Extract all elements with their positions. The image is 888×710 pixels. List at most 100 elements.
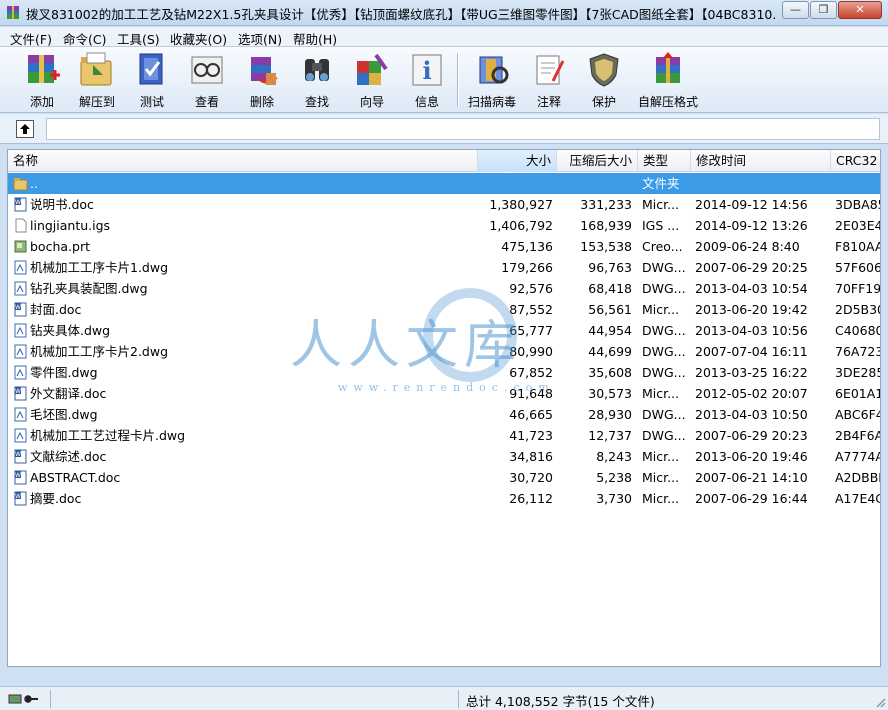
add-archive-icon (28, 55, 60, 83)
file-size-cell: 65,777 (509, 323, 553, 338)
file-packed-cell: 5,238 (596, 470, 632, 485)
table-row[interactable]: W 文献综述.doc 34,816 8,243 Micr... 2013-06-20 19… (8, 446, 880, 467)
file-crc-cell: 3DBA85 (835, 197, 881, 212)
creo-part-icon (14, 240, 27, 253)
table-row[interactable]: W 封面.doc 87,552 56,561 Micr... 2013-06-20 19:… (8, 299, 881, 320)
file-size-cell: 34,816 (509, 449, 553, 464)
menu-bar: 文件(F) 命令(C) 工具(S) 收藏夹(O) 选项(N) 帮助(H) (0, 27, 888, 47)
extract-to-label: 解压到 (78, 95, 115, 109)
file-name: bocha.prt (30, 239, 90, 254)
table-row[interactable]: W 外文翻译.doc 91,648 30,573 Micr... 2012-05-02 2… (8, 383, 880, 404)
add-button[interactable]: 添加 (14, 51, 70, 109)
table-row[interactable]: 毛坯图.dwg 46,665 28,930 DWG... 2013-04-03 10:5… (8, 404, 880, 425)
test-button[interactable]: 测试 (124, 51, 180, 109)
minimize-button[interactable]: — (782, 1, 809, 19)
protect-button[interactable]: 保护 (576, 51, 632, 109)
file-type-cell: DWG... (642, 281, 686, 296)
dwg-file-icon (14, 281, 27, 296)
table-row[interactable]: 机械加工工序卡片2.dwg 80,990 44,699 DWG... 2007-07-0… (8, 341, 880, 362)
column-modified[interactable]: 修改时间 (691, 150, 831, 172)
file-type-cell: DWG... (642, 344, 686, 359)
file-name-cell: 零件图.dwg (11, 362, 475, 383)
file-name: lingjiantu.igs (30, 218, 111, 233)
file-packed-cell: 35,608 (588, 365, 632, 380)
menu-help[interactable]: 帮助(H) (293, 29, 337, 48)
file-modified-cell: 2007-06-29 20:25 (695, 260, 808, 275)
virus-scan-button[interactable]: 扫描病毒 (464, 51, 520, 109)
file-list[interactable]: 名称 大小 压缩后大小 类型 修改时间 CRC32 .. 文件夹 W 说明书.doc 1… (7, 149, 881, 667)
file-modified-cell: 2013-04-03 10:50 (695, 407, 808, 422)
table-row[interactable]: W ABSTRACT.doc 30,720 5,238 Micr... 2007-06-2… (8, 467, 880, 488)
file-type-cell: DWG... (642, 323, 686, 338)
extract-to-button[interactable]: 解压到 (69, 51, 125, 109)
file-packed-cell: 44,954 (588, 323, 632, 338)
file-size-cell: 91,648 (509, 386, 553, 401)
menu-favorites[interactable]: 收藏夹(O) (170, 29, 227, 48)
file-crc-cell: 70FF19 (835, 281, 881, 296)
column-type[interactable]: 类型 (638, 150, 691, 172)
close-icon: ✕ (855, 3, 865, 16)
file-modified-cell: 2013-04-03 10:56 (695, 323, 808, 338)
file-size-cell: 46,665 (509, 407, 553, 422)
table-row[interactable]: 机械加工工序卡片1.dwg 179,266 96,763 DWG... 2007-06-… (8, 257, 880, 278)
dwg-file-icon (14, 365, 27, 380)
info-label: 信息 (414, 95, 439, 109)
up-folder-button[interactable] (16, 120, 34, 138)
column-name[interactable]: 名称 (8, 150, 478, 172)
file-name: 钻孔夹具装配图.dwg (30, 281, 148, 296)
column-size[interactable]: 大小 (478, 150, 557, 172)
close-button[interactable]: ✕ (838, 1, 882, 19)
table-row[interactable]: 钻夹具体.dwg 65,777 44,954 DWG... 2013-04-03 10:… (8, 320, 881, 341)
file-type-cell: Micr... (642, 302, 680, 317)
delete-button[interactable]: 删除 (234, 51, 290, 109)
table-row[interactable]: bocha.prt 475,136 153,538 Creo... 2009-06-24… (8, 236, 880, 257)
menu-commands[interactable]: 命令(C) (63, 29, 106, 48)
title-bar[interactable]: 拨叉831002的加工工艺及钻M22X1.5孔夹具设计【优秀】【钻顶面螺纹底孔】… (0, 0, 888, 26)
menu-tools[interactable]: 工具(S) (117, 29, 160, 48)
file-modified-cell: 2007-06-29 20:23 (695, 428, 808, 443)
file-crc-cell: 2D5B30 (835, 302, 881, 317)
toolbar: 添加 解压到 测试 查看 删除 查找 向导 i 信息 扫描病毒 注释 保护 自解… (0, 47, 888, 113)
table-row[interactable]: W 说明书.doc 1,380,927 331,233 Micr... 2014-09-1… (8, 194, 881, 215)
table-row[interactable]: .. 文件夹 (8, 173, 880, 194)
file-name-cell: W 外文翻译.doc (11, 383, 475, 404)
test-label: 测试 (139, 95, 164, 109)
path-field[interactable] (46, 118, 880, 140)
table-row[interactable]: lingjiantu.igs 1,406,792 168,939 IGS ... 201… (8, 215, 881, 236)
column-packed[interactable]: 压缩后大小 (557, 150, 638, 172)
file-size-cell: 475,136 (501, 239, 553, 254)
svg-text:W: W (15, 388, 21, 395)
resize-grip-icon[interactable] (874, 696, 886, 708)
info-button[interactable]: i 信息 (399, 51, 455, 109)
up-arrow-icon (20, 124, 30, 134)
file-size-cell: 1,380,927 (489, 197, 553, 212)
view-button[interactable]: 查看 (179, 51, 235, 109)
comment-button[interactable]: 注释 (521, 51, 577, 109)
file-size-cell (478, 173, 553, 194)
file-packed-cell: 331,233 (580, 197, 632, 212)
file-modified-cell: 2012-05-02 20:07 (695, 386, 808, 401)
wizard-icon (357, 53, 388, 85)
menu-file[interactable]: 文件(F) (10, 29, 52, 48)
table-row[interactable]: 机械加工工艺过程卡片.dwg 41,723 12,737 DWG... 2007-06-… (8, 425, 880, 446)
table-row[interactable]: 零件图.dwg 67,852 35,608 DWG... 2013-03-25 16:2… (8, 362, 880, 383)
menu-options[interactable]: 选项(N) (238, 29, 282, 48)
file-name-cell: 钻孔夹具装配图.dwg (11, 278, 475, 299)
maximize-button[interactable]: ❐ (810, 1, 837, 19)
word-doc-icon: W (14, 197, 27, 212)
file-crc-cell: C40680 (835, 323, 881, 338)
find-button[interactable]: 查找 (289, 51, 345, 109)
svg-text:W: W (15, 451, 21, 458)
file-name: 机械加工工序卡片2.dwg (30, 344, 169, 359)
drive-key-icon (8, 694, 38, 704)
file-crc-cell: 2E03E4 (835, 218, 881, 233)
file-name: 文献综述.doc (30, 449, 107, 464)
table-row[interactable]: W 摘要.doc 26,112 3,730 Micr... 2007-06-29 16:4… (8, 488, 880, 509)
file-size-cell: 179,266 (501, 260, 553, 275)
column-crc[interactable]: CRC32 (831, 150, 880, 172)
file-type-cell: Micr... (642, 386, 680, 401)
sfx-button[interactable]: 自解压格式 (633, 51, 703, 109)
window-title: 拨叉831002的加工工艺及钻M22X1.5孔夹具设计【优秀】【钻顶面螺纹底孔】… (26, 7, 776, 22)
wizard-button[interactable]: 向导 (344, 51, 400, 109)
table-row[interactable]: 钻孔夹具装配图.dwg 92,576 68,418 DWG... 2013-04-03 … (8, 278, 881, 299)
